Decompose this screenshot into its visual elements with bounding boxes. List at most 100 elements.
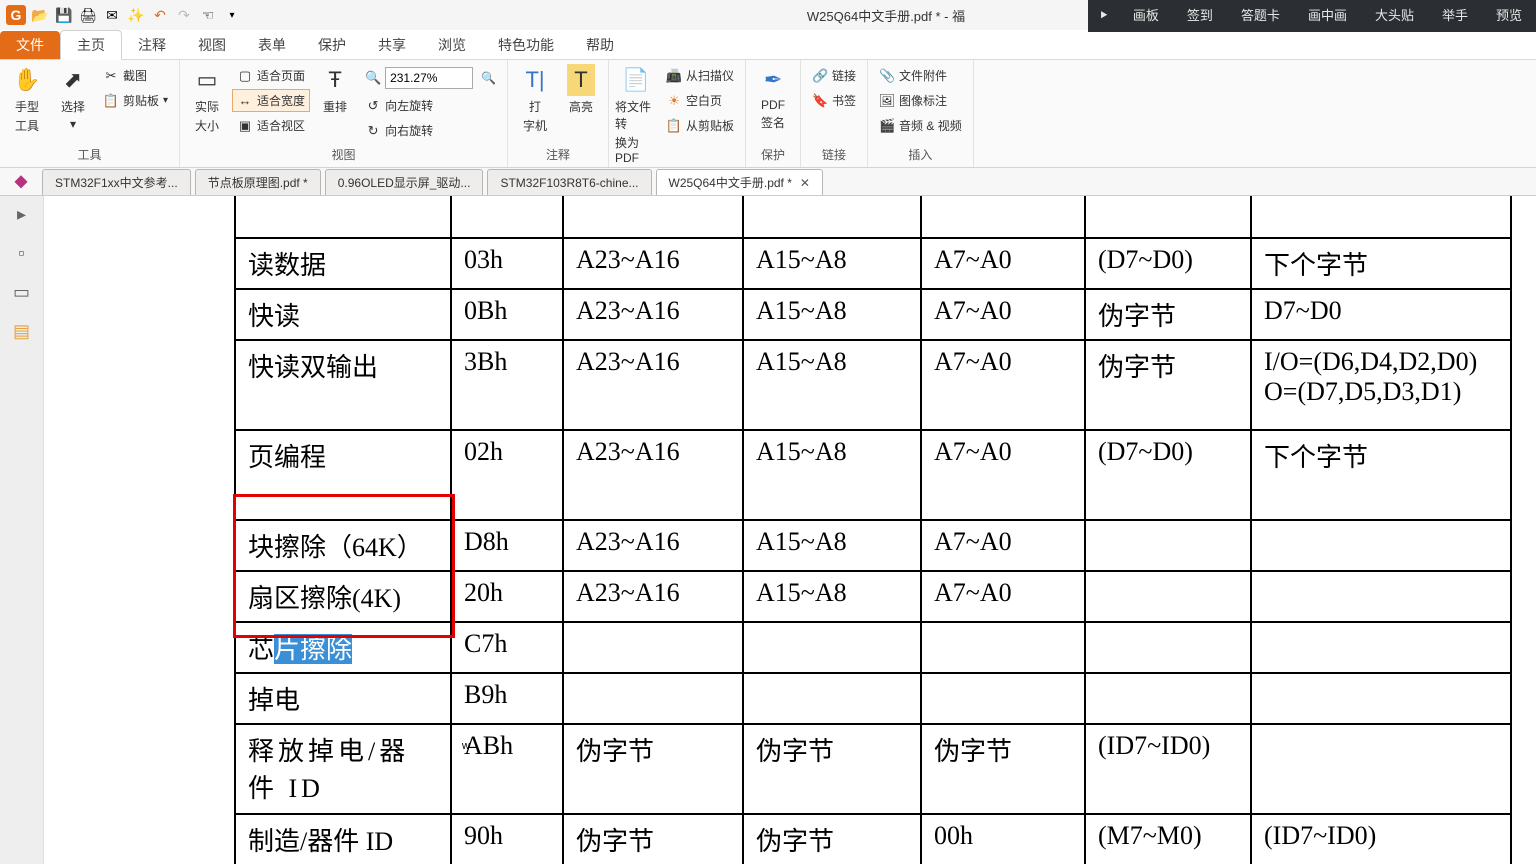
menu-file[interactable]: 文件 (0, 31, 60, 59)
group-label: 保护 (761, 144, 785, 167)
btn-label: 将文件转 (615, 98, 657, 132)
image-icon: 🖼 (879, 93, 895, 109)
zoom-input[interactable] (385, 67, 473, 89)
ribbon-group-link: 🔗链接 🔖书签 链接 (801, 60, 868, 167)
fit-view-icon: ▣ (237, 118, 253, 134)
actual-size-button[interactable]: ▭ 实际 大小 (186, 64, 228, 134)
bookmark-button[interactable]: 🔖书签 (807, 89, 861, 112)
tab-label: 节点板原理图.pdf * (208, 174, 308, 191)
convert-button[interactable]: 📄将文件转换为PDF (615, 64, 657, 165)
btn-label: 打 (529, 98, 541, 115)
from-clipboard-button[interactable]: 📋从剪贴板 (661, 114, 739, 137)
document-tabs: ◆ STM32F1xx中文参考... 节点板原理图.pdf * 0.96OLED… (0, 168, 1536, 196)
close-tab-icon[interactable]: ✕ (800, 176, 810, 190)
rotate-left-button[interactable]: ↺向左旋转 (360, 94, 501, 117)
open-icon[interactable]: 📂 (30, 5, 50, 25)
snip-icon: ✂ (103, 68, 119, 84)
menu-item[interactable]: 表单 (242, 31, 302, 59)
overlay-arrow-icon[interactable]: ⯈ (1088, 0, 1118, 32)
doc-tab[interactable]: STM32F1xx中文参考... (42, 169, 191, 195)
email-icon[interactable]: ✉ (102, 5, 122, 25)
link-button[interactable]: 🔗链接 (807, 64, 861, 87)
overlay-item[interactable]: 画中画 (1294, 0, 1361, 32)
doc-tab[interactable]: STM32F103R8T6-chine... (487, 169, 651, 195)
expand-icon[interactable]: ▸ (17, 204, 26, 225)
layers-icon[interactable]: ▭ (13, 282, 30, 303)
foxit-icon[interactable]: ◆ (0, 167, 42, 195)
btn-label: 大小 (195, 117, 219, 134)
rotate-left-icon: ↺ (365, 98, 381, 114)
menu-item[interactable]: 特色功能 (482, 31, 570, 59)
rotate-right-button[interactable]: ↻向右旋转 (360, 119, 501, 142)
overlay-item[interactable]: 画板 (1119, 0, 1173, 32)
menu-item[interactable]: 共享 (362, 31, 422, 59)
tab-label: 0.96OLED显示屏_驱动... (338, 174, 471, 191)
image-annot-button[interactable]: 🖼图像标注 (874, 89, 967, 112)
menu-home[interactable]: 主页 (60, 30, 122, 60)
zoom-in-icon[interactable]: 🔍 (481, 71, 496, 85)
clipboard-button[interactable]: 📋剪贴板▾ (98, 89, 173, 112)
highlight-button[interactable]: T高亮 (560, 64, 602, 115)
btn-label: 从扫描仪 (686, 67, 734, 84)
overlay-item[interactable]: 大头贴 (1361, 0, 1428, 32)
fit-view-button[interactable]: ▣适合视区 (232, 114, 310, 137)
zoom-out-button[interactable]: 🔍🔍 (360, 64, 501, 92)
overlay-item[interactable]: 预览 (1482, 0, 1536, 32)
hand-cursor: ʷ (462, 740, 470, 758)
menu-item[interactable]: 帮助 (570, 31, 630, 59)
doc-tab-active[interactable]: W25Q64中文手册.pdf * ✕ (656, 169, 823, 195)
overlay-menu: ⯈ 画板 签到 答题卡 画中画 大头贴 举手 预览 (1088, 0, 1536, 32)
hand-tool-button[interactable]: ✋ 手型 工具 (6, 64, 48, 134)
from-scanner-button[interactable]: 📠从扫描仪 (661, 64, 739, 87)
group-label: 链接 (822, 144, 846, 167)
reflow-button[interactable]: Ŧ 重排 (314, 64, 356, 115)
menu-item[interactable]: 注释 (122, 31, 182, 59)
bookmark-icon: 🔖 (812, 93, 828, 109)
group-label: 注释 (546, 144, 570, 167)
doc-tab[interactable]: 节点板原理图.pdf * (195, 169, 321, 195)
overlay-item[interactable]: 签到 (1173, 0, 1227, 32)
typewriter-button[interactable]: T|打字机 (514, 64, 556, 134)
fit-page-button[interactable]: ▢适合页面 (232, 64, 310, 87)
comments-icon[interactable]: ▤ (13, 321, 30, 342)
tab-label: W25Q64中文手册.pdf * (669, 174, 792, 191)
pages-icon[interactable]: ▫ (18, 243, 24, 264)
doc-tab[interactable]: 0.96OLED显示屏_驱动... (325, 169, 484, 195)
overlay-item[interactable]: 答题卡 (1227, 0, 1294, 32)
ribbon: ✋ 手型 工具 ⬈ 选择 ▾ ✂截图 📋剪贴板▾ 工具 ▭ 实际 大小 (0, 60, 1536, 168)
blank-page-button[interactable]: ☀空白页 (661, 89, 739, 112)
table-row: 快读0BhA23~A16A15~A8A7~A0伪字节D7~D0 (235, 289, 1511, 340)
ribbon-group-view: ▭ 实际 大小 ▢适合页面 ↔适合宽度 ▣适合视区 Ŧ 重排 🔍🔍 ↺向左旋转 … (180, 60, 508, 167)
save-icon[interactable]: 💾 (54, 5, 74, 25)
print-icon[interactable]: 🖨 (78, 5, 98, 25)
clipboard-icon: 📋 (666, 118, 682, 134)
hand-icon[interactable]: ☜ (198, 5, 218, 25)
btn-label: 书签 (832, 92, 856, 109)
fit-width-button[interactable]: ↔适合宽度 (232, 89, 310, 112)
overlay-item[interactable]: 举手 (1428, 0, 1482, 32)
rotate-right-icon: ↻ (365, 123, 381, 139)
menu-item[interactable]: 保护 (302, 31, 362, 59)
btn-label: 图像标注 (899, 92, 947, 109)
table-row: 快读双输出3BhA23~A16A15~A8A7~A0伪字节I/O=(D6,D4,… (235, 340, 1511, 430)
tab-label: STM32F103R8T6-chine... (500, 176, 638, 190)
page-icon: ▭ (191, 64, 223, 96)
media-button[interactable]: 🎬音频 & 视频 (874, 114, 967, 137)
screenshot-button[interactable]: ✂截图 (98, 64, 173, 87)
table-row: 掉电B9h (235, 673, 1511, 724)
fit-page-icon: ▢ (237, 68, 253, 84)
group-label: 插入 (908, 144, 932, 167)
menu-item[interactable]: 视图 (182, 31, 242, 59)
btn-label: 向左旋转 (385, 97, 433, 114)
qat-more-icon[interactable]: ▾ (222, 5, 242, 25)
sign-button[interactable]: ✒PDF签名 (752, 64, 794, 131)
select-tool-button[interactable]: ⬈ 选择 ▾ (52, 64, 94, 131)
menu-item[interactable]: 浏览 (422, 31, 482, 59)
new-icon[interactable]: ✨ (126, 5, 146, 25)
redo-icon[interactable]: ↷ (174, 5, 194, 25)
attach-button[interactable]: 📎文件附件 (874, 64, 967, 87)
btn-label: 重排 (323, 98, 347, 115)
undo-icon[interactable]: ↶ (150, 5, 170, 25)
document-page[interactable]: 读数据03hA23~A16A15~A8A7~A0(D7~D0)下个字节 快读0B… (44, 196, 1536, 864)
cursor-icon: ⬈ (57, 64, 89, 96)
